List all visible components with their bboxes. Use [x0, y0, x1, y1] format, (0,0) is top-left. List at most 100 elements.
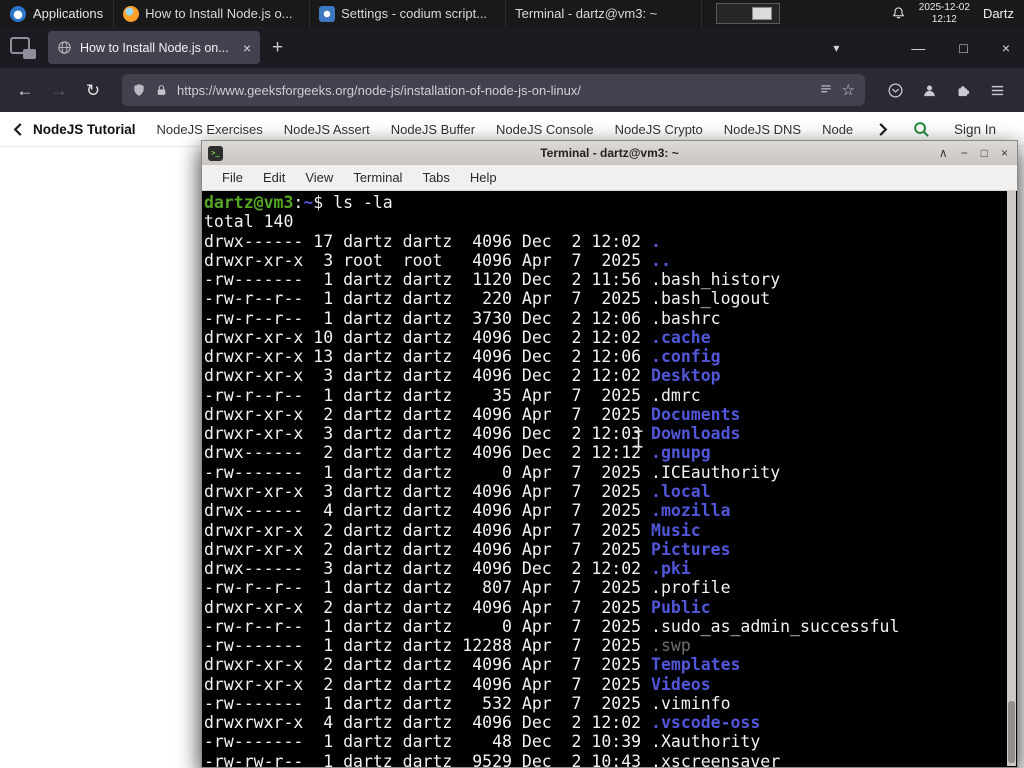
- reload-button[interactable]: ↻: [78, 82, 108, 99]
- browser-tab[interactable]: How to Install Node.js on... ×: [48, 31, 260, 64]
- terminal-line: drwx------ 17 dartz dartz 4096 Dec 2 12:…: [204, 231, 661, 251]
- back-button[interactable]: ←: [10, 82, 40, 99]
- tab-title: How to Install Node.js on...: [80, 40, 229, 55]
- workspace-pager[interactable]: [716, 3, 781, 24]
- terminal-line: -rw------- 1 dartz dartz 0 Apr 7 2025 .I…: [204, 462, 781, 482]
- terminal-scrollbar[interactable]: [1007, 191, 1016, 766]
- new-tab-button[interactable]: +: [272, 38, 283, 57]
- tab-close-icon[interactable]: ×: [243, 41, 251, 55]
- nav-scroll-right-icon[interactable]: [877, 122, 889, 137]
- taskbar-button[interactable]: >_ Terminal - dartz@vm3: ~: [201, 0, 1018, 768]
- mouse-text-cursor: [634, 430, 643, 448]
- terminal-scrollbar-thumb[interactable]: [1008, 701, 1015, 763]
- terminal-line: drwxr-xr-x 2 dartz dartz 4096 Apr 7 2025…: [204, 404, 741, 424]
- terminal-listing: drwx------ 17 dartz dartz 4096 Dec 2 12:…: [204, 232, 1017, 767]
- reader-mode-icon[interactable]: [819, 83, 833, 97]
- menu-tabs[interactable]: Tabs: [412, 170, 459, 185]
- menu-file[interactable]: File: [212, 170, 253, 185]
- pager-window-thumb: [752, 7, 773, 20]
- pocket-icon[interactable]: [887, 82, 904, 99]
- site-nav-link[interactable]: NodeJS Console: [496, 122, 594, 137]
- terminal-line: drwxr-xr-x 2 dartz dartz 4096 Apr 7 2025…: [204, 674, 711, 694]
- site-nav-right: Sign In: [877, 121, 1024, 138]
- terminal-window-controls: ∧ − □ ×: [939, 146, 1017, 160]
- terminal-shade-button[interactable]: ∧: [939, 146, 948, 160]
- window-maximize-button[interactable]: □: [959, 40, 967, 56]
- extensions-puzzle-icon[interactable]: [955, 82, 972, 99]
- firefox-view-front-pane: [23, 48, 36, 59]
- tab-favicon-globe-icon: [58, 41, 71, 54]
- taskbar-button[interactable]: How to Install Node.js o...: [114, 0, 311, 27]
- prompt-command: ls -la: [333, 193, 393, 212]
- terminal-line: -rw------- 1 dartz dartz 1120 Dec 2 11:5…: [204, 270, 781, 290]
- window-close-button[interactable]: ×: [1002, 40, 1010, 56]
- prompt-colon: :: [293, 193, 304, 212]
- terminal-line: drwxr-xr-x 3 dartz dartz 4096 Dec 2 12:0…: [204, 424, 741, 444]
- terminal-titlebar[interactable]: >_ Terminal - dartz@vm3: ~ ∧ − □ ×: [202, 141, 1017, 165]
- prompt-path: ~: [303, 193, 314, 212]
- site-nav-link[interactable]: NodeJS Exercises: [157, 122, 263, 137]
- site-nav-link[interactable]: NodeJS Tutorial: [33, 122, 136, 137]
- terminal-maximize-button[interactable]: □: [981, 146, 988, 160]
- site-nav-link[interactable]: NodeJS Buffer: [391, 122, 475, 137]
- forward-button[interactable]: →: [44, 82, 74, 99]
- list-all-tabs-icon[interactable]: ▾: [833, 41, 839, 55]
- terminal-line: drwxr-xr-x 3 dartz dartz 4096 Apr 7 2025…: [204, 481, 711, 501]
- terminal-line: drwxr-xr-x 2 dartz dartz 4096 Apr 7 2025…: [204, 597, 711, 617]
- firefox-view-icon[interactable]: [10, 36, 36, 59]
- bookmark-star-icon[interactable]: ☆: [842, 81, 855, 99]
- terminal-line: drwx------ 3 dartz dartz 4096 Dec 2 12:0…: [204, 559, 691, 579]
- terminal-app-icon: >_: [208, 145, 223, 161]
- menu-edit[interactable]: Edit: [253, 170, 295, 185]
- site-nav-link[interactable]: NodeJS DNS: [724, 122, 801, 137]
- site-search-icon[interactable]: [913, 121, 930, 138]
- terminal-line: drwxr-xr-x 2 dartz dartz 4096 Apr 7 2025…: [204, 520, 701, 540]
- toolbar-right-icons: [879, 82, 1014, 99]
- terminal-close-button[interactable]: ×: [1001, 146, 1008, 160]
- clock-date: 2025-12-02: [918, 1, 970, 13]
- nav-scroll-left-icon[interactable]: [12, 122, 24, 137]
- terminal-line: -rw-rw-r-- 1 dartz dartz 9529 Dec 2 10:4…: [204, 751, 781, 767]
- site-nav-link[interactable]: NodeJS Crypto: [615, 122, 703, 137]
- site-nav-link[interactable]: NodeJS Assert: [284, 122, 370, 137]
- menu-view[interactable]: View: [295, 170, 343, 185]
- desktop-panel: Applications How to Install Node.js o...…: [0, 0, 1024, 768]
- taskbar-button[interactable]: Settings - codium script...: [310, 0, 507, 27]
- sign-in-link[interactable]: Sign In: [954, 122, 996, 137]
- applications-label: Applications: [33, 6, 104, 21]
- terminal-menubar: File Edit View Terminal Tabs Help: [202, 165, 1017, 191]
- terminal-line: drwxr-xr-x 13 dartz dartz 4096 Dec 2 12:…: [204, 347, 721, 367]
- terminal-minimize-button[interactable]: −: [961, 146, 968, 160]
- tracking-shield-icon[interactable]: [132, 83, 146, 97]
- menu-hamburger-icon[interactable]: [989, 82, 1006, 99]
- clock-time: 12:12: [931, 13, 957, 25]
- url-bar[interactable]: https://www.geeksforgeeks.org/node-js/in…: [122, 74, 865, 106]
- notification-bell-icon[interactable]: [891, 6, 906, 21]
- applications-icon: [10, 5, 26, 22]
- window-minimize-button[interactable]: —: [911, 40, 925, 56]
- terminal-line: -rw-r--r-- 1 dartz dartz 3730 Dec 2 12:0…: [204, 308, 721, 328]
- desktop: Applications How to Install Node.js o...…: [0, 0, 1024, 768]
- terminal-line: drwxrwxr-x 4 dartz dartz 4096 Dec 2 12:0…: [204, 713, 761, 733]
- panel-clock[interactable]: 2025-12-02 12:12: [919, 2, 970, 26]
- panel-status-area: 2025-12-02 12:12 Dartz: [891, 0, 1024, 27]
- tab-bar: How to Install Node.js on... × + ▾ — □ ×: [0, 27, 1024, 68]
- navigation-toolbar: ← → ↻ https://www.geeksforgeeks.org/node…: [0, 68, 1024, 112]
- site-nav-link[interactable]: Node: [822, 122, 853, 137]
- panel-tasks: How to Install Node.js o... Settings - co…: [114, 0, 1018, 768]
- terminal-line: -rw-r--r-- 1 dartz dartz 220 Apr 7 2025 …: [204, 289, 771, 309]
- prompt-symbol: $: [313, 193, 324, 212]
- site-nav-links: NodeJS Tutorial NodeJS Exercises NodeJS As…: [33, 122, 853, 137]
- terminal-output[interactable]: dartz@vm3:~$ ls -la total 140 drwx------ …: [202, 191, 1017, 767]
- terminal-window: >_ Terminal - dartz@vm3: ~ ∧ − □ × File …: [201, 140, 1018, 768]
- menu-terminal[interactable]: Terminal: [343, 170, 412, 185]
- applications-menu-button[interactable]: Applications: [0, 0, 115, 27]
- firefox-icon: [123, 5, 140, 22]
- prompt-user-host: dartz@vm3: [204, 193, 294, 212]
- lock-icon[interactable]: [155, 84, 168, 97]
- terminal-line: -rw------- 1 dartz dartz 48 Dec 2 10:39 …: [204, 732, 761, 752]
- menu-help[interactable]: Help: [460, 170, 507, 185]
- account-icon[interactable]: [921, 82, 938, 99]
- terminal-total-line: total 140: [204, 212, 294, 232]
- url-text[interactable]: https://www.geeksforgeeks.org/node-js/in…: [177, 83, 810, 98]
